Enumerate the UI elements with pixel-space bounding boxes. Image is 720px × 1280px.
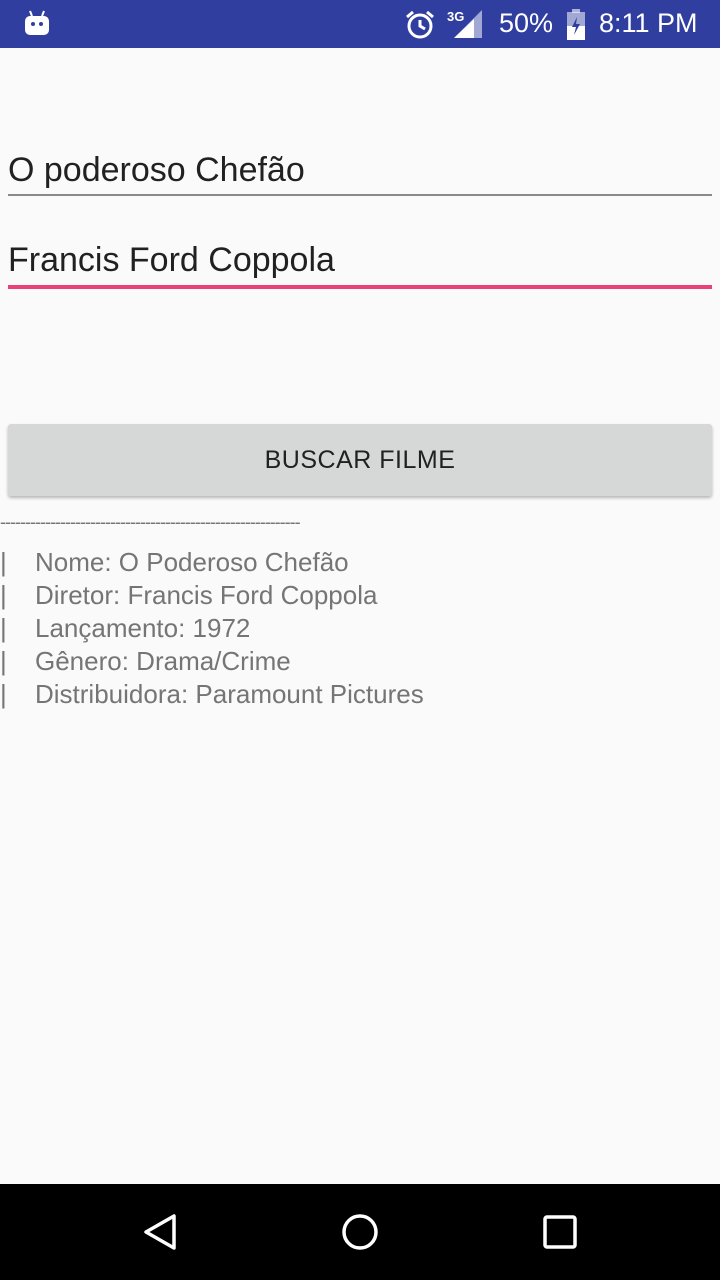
result-bar: | bbox=[0, 547, 7, 577]
result-director: Diretor: Francis Ford Coppola bbox=[35, 580, 378, 610]
back-icon[interactable] bbox=[136, 1208, 184, 1256]
director-underline bbox=[8, 285, 712, 289]
network-type-label: 3G bbox=[447, 9, 465, 24]
movie-title-underline bbox=[8, 194, 712, 196]
movie-title-field[interactable]: O poderoso Chefão bbox=[8, 150, 712, 200]
battery-icon bbox=[567, 9, 585, 40]
battery-percent: 50% bbox=[499, 8, 554, 38]
director-field[interactable]: Francis Ford Coppola bbox=[8, 240, 712, 292]
result-release: Lançamento: 1972 bbox=[35, 613, 251, 643]
android-icon bbox=[25, 10, 49, 35]
result-line-release: | Lançamento: 1972 bbox=[0, 612, 700, 645]
director-value[interactable]: Francis Ford Coppola bbox=[8, 240, 335, 280]
result-bar: | bbox=[0, 580, 7, 610]
result-name: Nome: O Poderoso Chefão bbox=[35, 547, 349, 577]
recents-icon[interactable] bbox=[536, 1208, 584, 1256]
movie-title-value[interactable]: O poderoso Chefão bbox=[8, 150, 305, 190]
result-distributor: Distribuidora: Paramount Pictures bbox=[35, 679, 424, 709]
home-icon[interactable] bbox=[336, 1208, 384, 1256]
result-line-genre: | Gênero: Drama/Crime bbox=[0, 645, 700, 678]
clock: 8:11 PM bbox=[599, 8, 698, 38]
status-bar: 3G 50% 8:11 PM bbox=[0, 0, 720, 48]
result-bar: | bbox=[0, 613, 7, 643]
result-genre: Gênero: Drama/Crime bbox=[35, 646, 291, 676]
alarm-icon bbox=[406, 10, 434, 39]
result-divider: ----------------------------------------… bbox=[0, 512, 301, 532]
search-movie-button[interactable]: BUSCAR FILME bbox=[8, 424, 712, 496]
result-line-director: | Diretor: Francis Ford Coppola bbox=[0, 579, 700, 612]
result-list: | Nome: O Poderoso Chefão | Diretor: Fra… bbox=[0, 546, 700, 711]
navigation-bar bbox=[0, 1184, 720, 1280]
result-bar: | bbox=[0, 679, 7, 709]
result-bar: | bbox=[0, 646, 7, 676]
result-line-name: | Nome: O Poderoso Chefão bbox=[0, 546, 700, 579]
result-line-distributor: | Distribuidora: Paramount Pictures bbox=[0, 678, 700, 711]
